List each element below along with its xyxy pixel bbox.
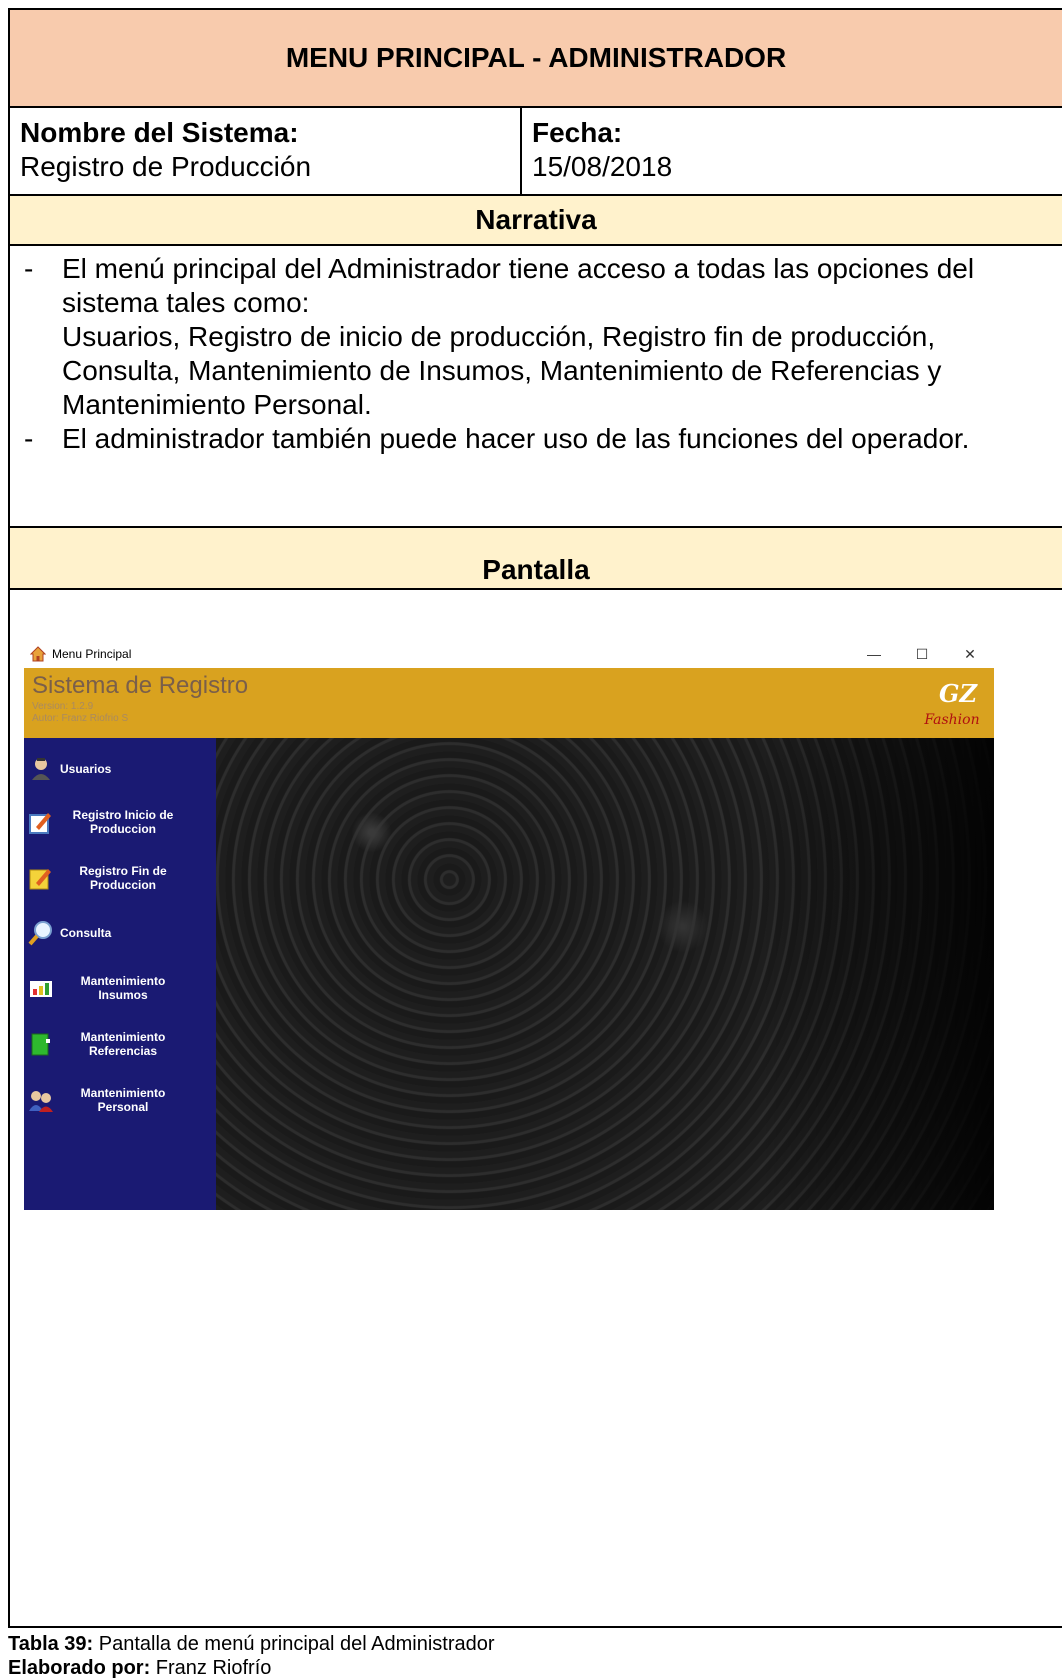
app-header: Sistema de Registro Version: 1.2.9 Autor… <box>24 668 994 738</box>
window-titlebar: Menu Principal — ☐ ✕ <box>24 640 994 668</box>
date-value: 15/08/2018 <box>532 151 673 182</box>
system-name-label: Nombre del Sistema: <box>20 117 299 148</box>
note-edit-icon <box>29 869 51 890</box>
menu-item-mant-referencias[interactable]: Mantenimiento Referencias <box>24 1026 216 1062</box>
book-icon <box>31 1033 50 1056</box>
app-window-screenshot: Menu Principal — ☐ ✕ Sistema de Registro… <box>24 640 994 1210</box>
narrative-body: - El menú principal del Administrador ti… <box>10 246 1062 528</box>
close-button[interactable]: ✕ <box>946 640 994 668</box>
date-label: Fecha: <box>532 117 623 148</box>
menu-item-registro-fin[interactable]: Registro Fin de Produccion <box>24 860 216 896</box>
menu-label: Usuarios <box>60 762 112 776</box>
author-text: Autor: Franz Riofrio S <box>32 713 129 724</box>
table-label: Tabla 39: <box>8 1633 94 1655</box>
menu-item-mant-insumos[interactable]: Mantenimiento Insumos <box>24 970 216 1006</box>
brand-logo: GZ Fashion <box>923 679 979 728</box>
app-version-info: Version: 1.2.9 Autor: Franz Riofrio S <box>32 701 128 725</box>
version-text: Version: 1.2.9 <box>32 701 94 712</box>
window-controls: — ☐ ✕ <box>850 640 994 668</box>
minimize-button[interactable]: — <box>850 640 898 668</box>
document-title: MENU PRINCIPAL - ADMINISTRADOR <box>10 10 1062 108</box>
menu-label: Mantenimiento <box>80 974 166 988</box>
date-cell: Fecha: 15/08/2018 <box>522 108 672 194</box>
logo-subtext: Fashion <box>923 712 979 728</box>
narrative-text: El menú principal del Administrador tien… <box>62 253 975 318</box>
search-icon <box>28 921 52 946</box>
menu-label: Referencias <box>88 1044 158 1058</box>
figure-caption: Tabla 39: Pantalla de menú principal del… <box>8 1632 495 1680</box>
menu-item-registro-inicio[interactable]: Registro Inicio de Produccion <box>24 804 216 840</box>
window-title: Menu Principal <box>52 647 132 661</box>
edit-icon <box>29 813 51 834</box>
home-icon <box>30 646 46 662</box>
menu-label: Mantenimiento <box>80 1086 166 1100</box>
menu-label: Produccion <box>89 878 156 892</box>
narrative-bullet: - El menú principal del Administrador ti… <box>10 252 1052 422</box>
table-caption-text: Pantalla de menú principal del Administr… <box>93 1633 495 1655</box>
menu-item-usuarios[interactable]: Usuarios <box>24 754 216 784</box>
maximize-button[interactable]: ☐ <box>898 640 946 668</box>
people-icon <box>29 1091 53 1112</box>
author-label: Elaborado por: <box>8 1657 151 1679</box>
sidebar-menu: Usuarios Registro Inicio de Produccion Re… <box>24 738 216 1210</box>
narrative-text: El administrador también puede hacer uso… <box>62 423 970 454</box>
narrative-text: Usuarios, Registro de inicio de producci… <box>62 321 942 420</box>
system-name-cell: Nombre del Sistema: Registro de Producci… <box>10 108 522 194</box>
menu-label: Insumos <box>98 988 148 1002</box>
screen-cell: Menu Principal — ☐ ✕ Sistema de Registro… <box>10 590 1062 1628</box>
app-title: Sistema de Registro <box>32 672 249 699</box>
bar-chart-icon <box>30 981 52 997</box>
menu-label: Personal <box>97 1100 149 1114</box>
user-icon <box>32 758 50 780</box>
author-name: Franz Riofrío <box>150 1657 272 1679</box>
menu-label: Consulta <box>60 926 112 940</box>
narrative-bullet: - El administrador también puede hacer u… <box>10 422 1052 456</box>
main-content-background <box>216 738 994 1210</box>
screen-heading: Pantalla <box>10 528 1062 590</box>
logo-text: GZ <box>939 679 978 708</box>
menu-label: Mantenimiento <box>80 1030 166 1044</box>
menu-item-mant-personal[interactable]: Mantenimiento Personal <box>24 1082 216 1118</box>
narrative-heading: Narrativa <box>10 196 1062 246</box>
menu-label: Produccion <box>89 822 156 836</box>
system-name-value: Registro de Producción <box>20 151 312 182</box>
document-table: MENU PRINCIPAL - ADMINISTRADOR Nombre de… <box>8 8 1062 1628</box>
info-row: Nombre del Sistema: Registro de Producci… <box>10 108 1062 196</box>
menu-item-consulta[interactable]: Consulta <box>24 918 216 948</box>
menu-label: Registro Fin de <box>79 864 167 878</box>
menu-label: Registro Inicio de <box>72 808 174 822</box>
